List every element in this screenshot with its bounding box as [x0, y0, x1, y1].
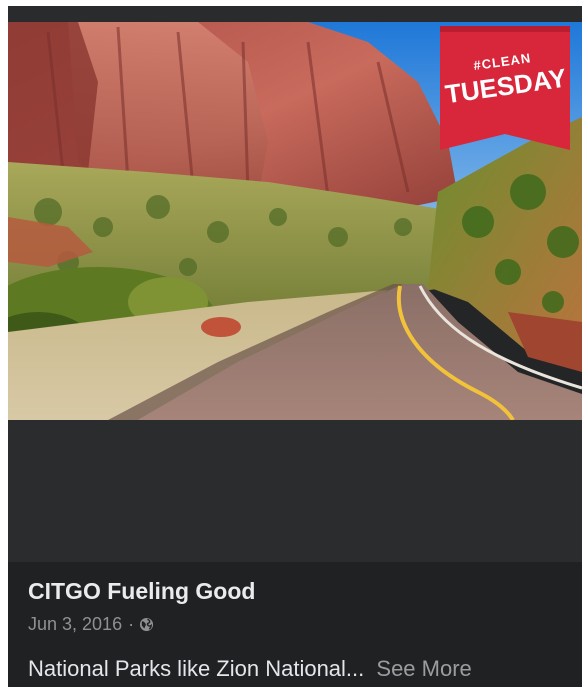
see-more-link[interactable]: See More — [376, 656, 471, 681]
post-card: #CLEAN TUESDAY CITGO Fueling Good Jun 3,… — [8, 6, 582, 687]
card-top-strip — [8, 6, 582, 22]
post-date-row: Jun 3, 2016 · — [28, 614, 154, 635]
post-meta: CITGO Fueling Good Jun 3, 2016 · Nationa… — [8, 562, 582, 687]
post-caption: National Parks like Zion National... — [28, 656, 365, 681]
caption-row: National Parks like Zion National... See… — [28, 656, 472, 682]
post-date[interactable]: Jun 3, 2016 — [28, 614, 122, 635]
date-separator: · — [128, 614, 135, 634]
image-bottom-panel — [8, 420, 582, 562]
globe-icon — [140, 617, 154, 632]
page-name-link[interactable]: CITGO Fueling Good — [28, 578, 255, 605]
banner-text-group: #CLEAN TUESDAY — [433, 17, 577, 144]
